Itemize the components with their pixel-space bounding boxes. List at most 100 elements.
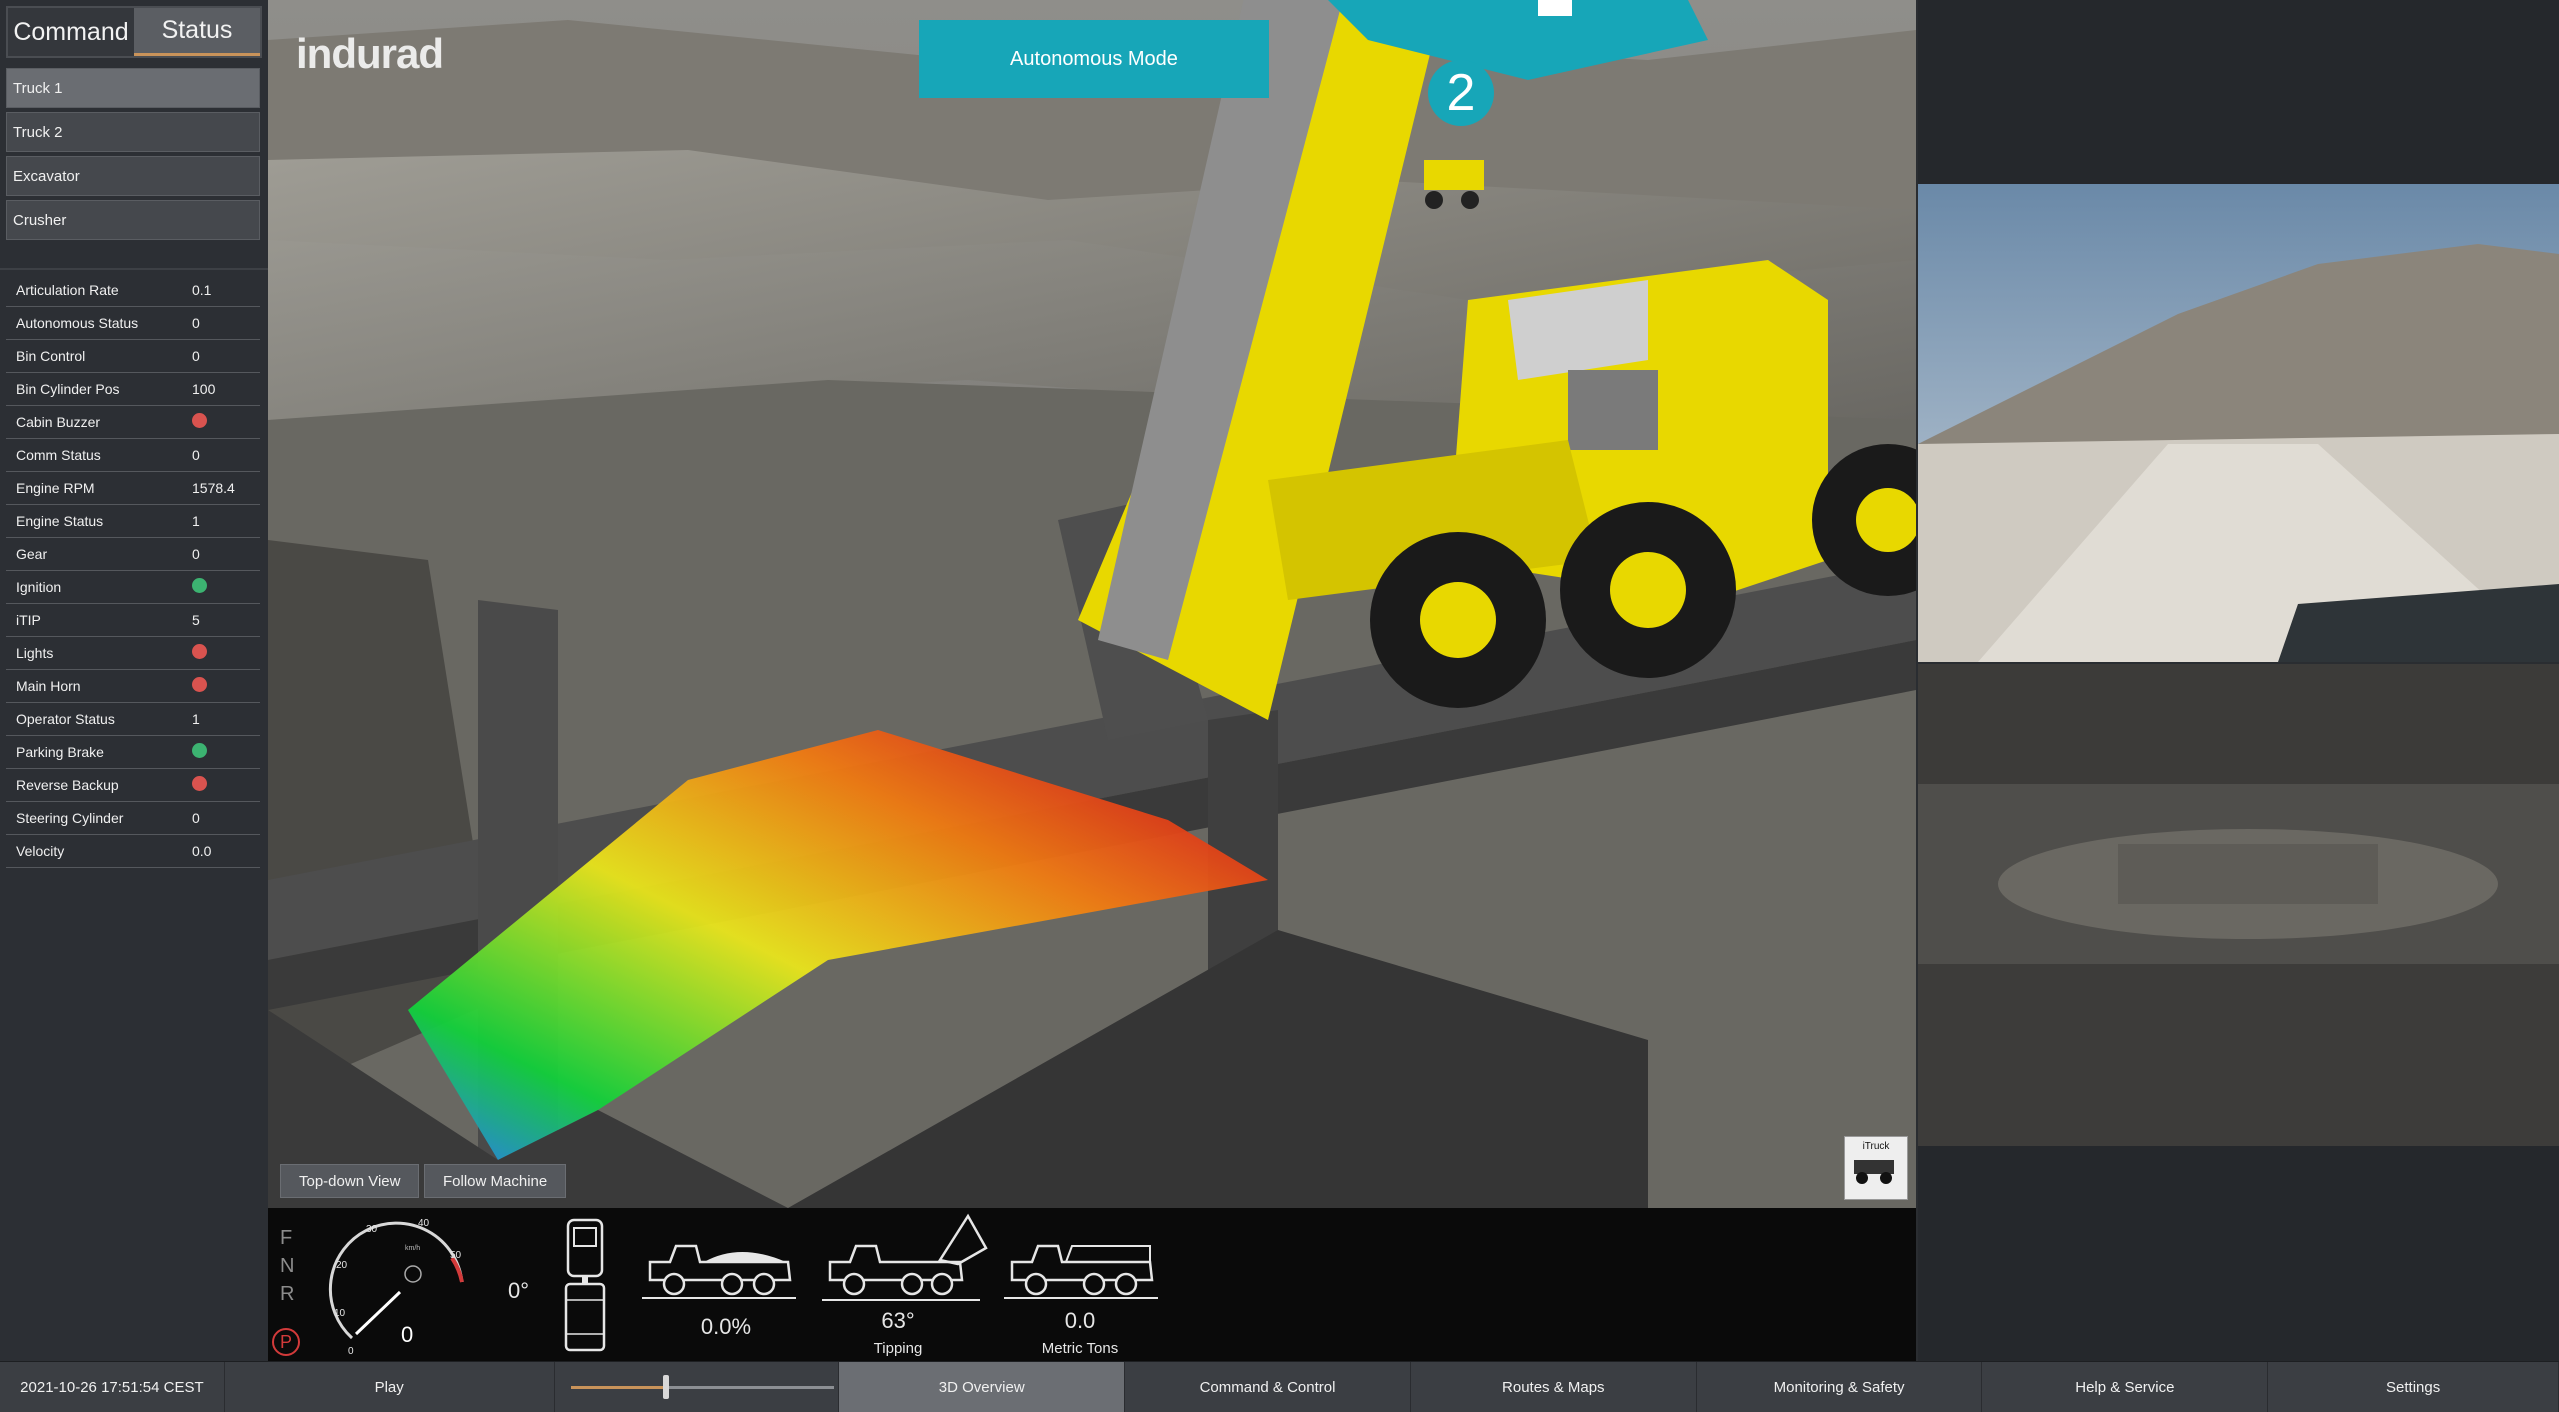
status-value: 0 bbox=[192, 810, 200, 826]
status-value bbox=[192, 776, 260, 794]
nav-3d-overview[interactable]: 3D Overview bbox=[839, 1362, 1126, 1412]
status-row: Parking Brake bbox=[6, 736, 260, 769]
status-value: 0.0 bbox=[192, 843, 212, 859]
nav-settings[interactable]: Settings bbox=[2268, 1362, 2559, 1412]
status-key: Autonomous Status bbox=[16, 315, 139, 331]
autonomous-mode-button[interactable]: Autonomous Mode bbox=[919, 20, 1269, 98]
playback-slider[interactable] bbox=[555, 1362, 840, 1412]
tab-command[interactable]: Command bbox=[8, 8, 134, 56]
slider-fill bbox=[570, 1386, 666, 1389]
itruck-thumbnail[interactable]: iTruck bbox=[1844, 1136, 1908, 1200]
nav-help-service[interactable]: Help & Service bbox=[1982, 1362, 2269, 1412]
speed-tick-10: 10 bbox=[334, 1308, 346, 1319]
steering-angle-value: 0° bbox=[508, 1278, 530, 1303]
status-key: Reverse Backup bbox=[16, 777, 119, 793]
status-value bbox=[192, 644, 260, 662]
nav-routes-maps[interactable]: Routes & Maps bbox=[1411, 1362, 1697, 1412]
status-row: Reverse Backup bbox=[6, 769, 260, 802]
right-panel-top bbox=[1918, 0, 2559, 184]
machine-item-truck-1[interactable]: Truck 1 bbox=[6, 68, 260, 108]
tipping-label: Tipping bbox=[873, 1340, 923, 1357]
panel-tabs: Command Status bbox=[6, 6, 262, 58]
status-row: Ignition bbox=[6, 571, 260, 604]
status-value: 5 bbox=[192, 612, 200, 628]
status-indicator-dot bbox=[192, 413, 207, 428]
status-table: Articulation Rate 0.1 Autonomous Status 0 Bi… bbox=[6, 274, 260, 868]
gear-r: R bbox=[280, 1283, 295, 1305]
speed-value: 0 bbox=[401, 1322, 413, 1347]
truck-load-icon bbox=[642, 1244, 796, 1299]
truck-topdown-icon bbox=[564, 1218, 606, 1352]
panel-divider bbox=[0, 268, 268, 270]
status-key: Engine Status bbox=[16, 513, 104, 529]
speedometer-gauge: 0 10 20 30 40 50 km/h 0 bbox=[328, 1218, 464, 1357]
bottom-nav: 2021-10-26 17:51:54 CEST Play 3D Overvie… bbox=[0, 1361, 2559, 1412]
play-button[interactable]: Play bbox=[225, 1362, 555, 1412]
nav-monitoring-safety[interactable]: Monitoring & Safety bbox=[1697, 1362, 1983, 1412]
gear-indicator: F N R bbox=[280, 1224, 294, 1308]
status-value: 1 bbox=[192, 711, 200, 727]
status-indicator-dot bbox=[192, 677, 207, 692]
indurad-logo: indurad bbox=[296, 30, 444, 77]
status-key: Velocity bbox=[16, 843, 65, 859]
status-row: Bin Cylinder Pos 100 bbox=[6, 373, 260, 406]
status-row: Lights bbox=[6, 637, 260, 670]
datetime-display: 2021-10-26 17:51:54 CEST bbox=[0, 1362, 225, 1412]
status-indicator-dot bbox=[192, 776, 207, 791]
status-row: Engine Status 1 bbox=[6, 505, 260, 538]
metric-tons-label: Metric Tons bbox=[1041, 1340, 1119, 1357]
front-camera-feed[interactable] bbox=[1918, 184, 2559, 662]
status-key: Operator Status bbox=[16, 711, 115, 727]
itruck-label: iTruck bbox=[1862, 1141, 1890, 1152]
left-panel: Command Status Truck 1 Truck 2 Excavator… bbox=[0, 0, 270, 1361]
tab-status[interactable]: Status bbox=[134, 8, 260, 56]
status-value: 1578.4 bbox=[192, 480, 235, 496]
tipping-angle-value: 63° bbox=[881, 1308, 915, 1333]
machine-dashboard: F N R P 0 10 20 30 40 50 km/h 0 0° 0.0% bbox=[268, 1208, 1916, 1361]
nav-command-control[interactable]: Command & Control bbox=[1125, 1362, 1411, 1412]
status-row: Gear 0 bbox=[6, 538, 260, 571]
status-row: iTIP 5 bbox=[6, 604, 260, 637]
status-key: Steering Cylinder bbox=[16, 810, 124, 826]
machine-item-excavator[interactable]: Excavator bbox=[6, 156, 260, 196]
status-key: Articulation Rate bbox=[16, 282, 119, 298]
parking-brake-icon: P bbox=[272, 1328, 300, 1356]
machine-item-truck-2[interactable]: Truck 2 bbox=[6, 112, 260, 152]
load-percent-value: 0.0% bbox=[700, 1314, 752, 1339]
status-value bbox=[192, 743, 260, 761]
status-key: Gear bbox=[16, 546, 48, 562]
speed-tick-20: 20 bbox=[336, 1260, 348, 1271]
status-key: Ignition bbox=[16, 579, 62, 595]
follow-machine-button[interactable]: Follow Machine bbox=[424, 1164, 567, 1198]
status-value: 0 bbox=[192, 546, 200, 562]
3d-view[interactable]: indurad Autonomous Mode 2 Top-down View … bbox=[268, 0, 1916, 1208]
speed-tick-40: 40 bbox=[418, 1218, 430, 1229]
slider-thumb[interactable] bbox=[662, 1375, 669, 1399]
status-key: Bin Control bbox=[16, 348, 86, 364]
status-key: Engine RPM bbox=[16, 480, 95, 496]
status-value: 1 bbox=[192, 513, 200, 529]
truck-weight-icon bbox=[1004, 1244, 1158, 1299]
status-value bbox=[192, 578, 260, 596]
status-row: Bin Control 0 bbox=[6, 340, 260, 373]
status-row: Cabin Buzzer bbox=[6, 406, 260, 439]
status-key: Parking Brake bbox=[16, 744, 104, 760]
status-indicator-dot bbox=[192, 644, 207, 659]
status-row: Operator Status 1 bbox=[6, 703, 260, 736]
status-row: Autonomous Status 0 bbox=[6, 307, 260, 340]
status-value: 100 bbox=[192, 381, 216, 397]
3d-scene bbox=[268, 0, 1916, 1208]
machine-item-crusher[interactable]: Crusher bbox=[6, 200, 260, 240]
status-value: 0 bbox=[192, 348, 200, 364]
metric-tons-value: 0.0 bbox=[1064, 1308, 1096, 1333]
status-key: Cabin Buzzer bbox=[16, 414, 101, 430]
status-key: iTIP bbox=[16, 612, 41, 628]
machine-number-badge[interactable]: 2 bbox=[1428, 60, 1494, 126]
status-key: Comm Status bbox=[16, 447, 101, 463]
top-down-view-button[interactable]: Top-down View bbox=[280, 1164, 420, 1198]
rear-camera-feed[interactable] bbox=[1918, 664, 2559, 1146]
status-row: Engine RPM 1578.4 bbox=[6, 472, 260, 505]
front-camera-image bbox=[1918, 184, 2559, 662]
status-row: Velocity 0.0 bbox=[6, 835, 260, 868]
status-value: 0 bbox=[192, 315, 200, 331]
